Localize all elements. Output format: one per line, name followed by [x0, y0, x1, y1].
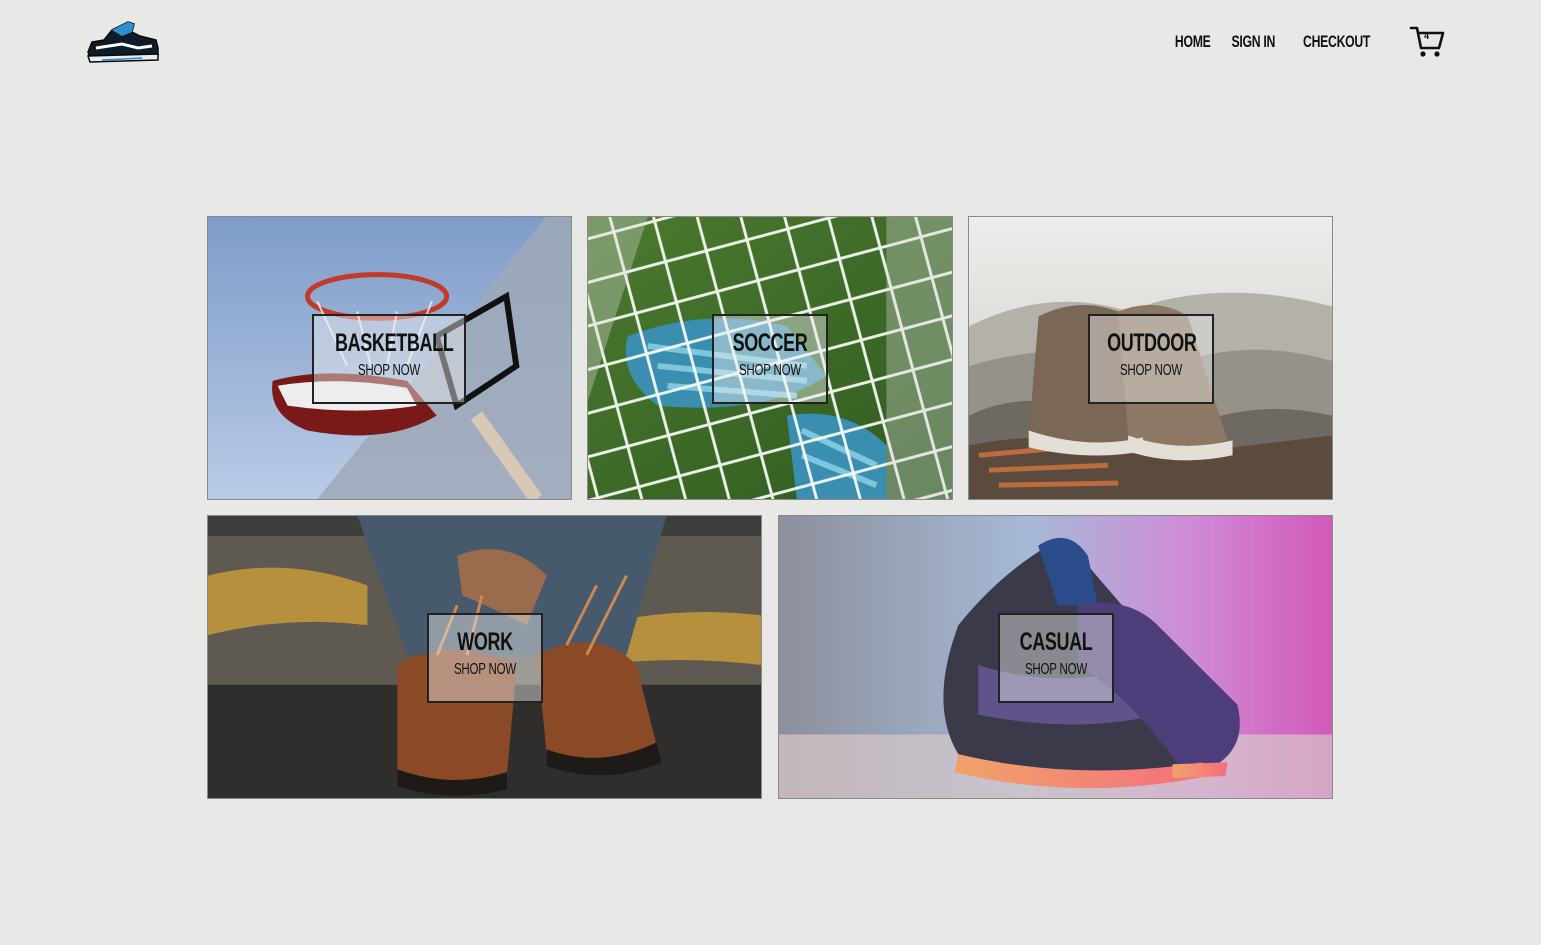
page: HOME SIGN IN CHECKOUT 4 BASKETBALL SHOP … [0, 0, 1541, 945]
shop-now-link[interactable]: SHOP NOW [730, 362, 811, 380]
nav-checkout-link[interactable]: CHECKOUT [1303, 22, 1370, 62]
category-title: BASKETBALL [335, 329, 454, 357]
shopping-cart-icon [1409, 26, 1445, 57]
category-title: SOCCER [732, 329, 808, 357]
shop-now-link[interactable]: SHOP NOW [1016, 661, 1097, 679]
nav-home-link[interactable]: HOME [1175, 22, 1211, 62]
category-label-soccer: SOCCER SHOP NOW [712, 314, 828, 404]
shop-now-link[interactable]: SHOP NOW [335, 362, 443, 380]
category-label-basketball: BASKETBALL SHOP NOW [312, 314, 466, 404]
category-title: CASUAL [1019, 628, 1093, 656]
category-title: WORK [457, 628, 513, 656]
category-tile-soccer[interactable]: SOCCER SHOP NOW [587, 216, 953, 500]
category-label-casual: CASUAL SHOP NOW [998, 613, 1114, 703]
cart-count-badge: 4 [1424, 31, 1430, 41]
category-tile-outdoor[interactable]: OUTDOOR SHOP NOW [968, 216, 1333, 500]
category-title: OUTDOOR [1107, 329, 1197, 357]
shop-now-link[interactable]: SHOP NOW [445, 661, 526, 679]
main-nav: HOME SIGN IN CHECKOUT 4 [1175, 22, 1445, 62]
category-tile-basketball[interactable]: BASKETBALL SHOP NOW [207, 216, 572, 500]
category-tile-casual[interactable]: CASUAL SHOP NOW [778, 515, 1333, 799]
cart-button[interactable]: 4 [1409, 24, 1445, 60]
category-tile-work[interactable]: WORK SHOP NOW [207, 515, 762, 799]
nav-sign-in-link[interactable]: SIGN IN [1232, 22, 1276, 62]
shop-now-link[interactable]: SHOP NOW [1107, 362, 1195, 380]
category-label-work: WORK SHOP NOW [427, 613, 543, 703]
category-label-outdoor: OUTDOOR SHOP NOW [1088, 314, 1214, 404]
sneaker-logo-icon[interactable] [82, 18, 162, 66]
